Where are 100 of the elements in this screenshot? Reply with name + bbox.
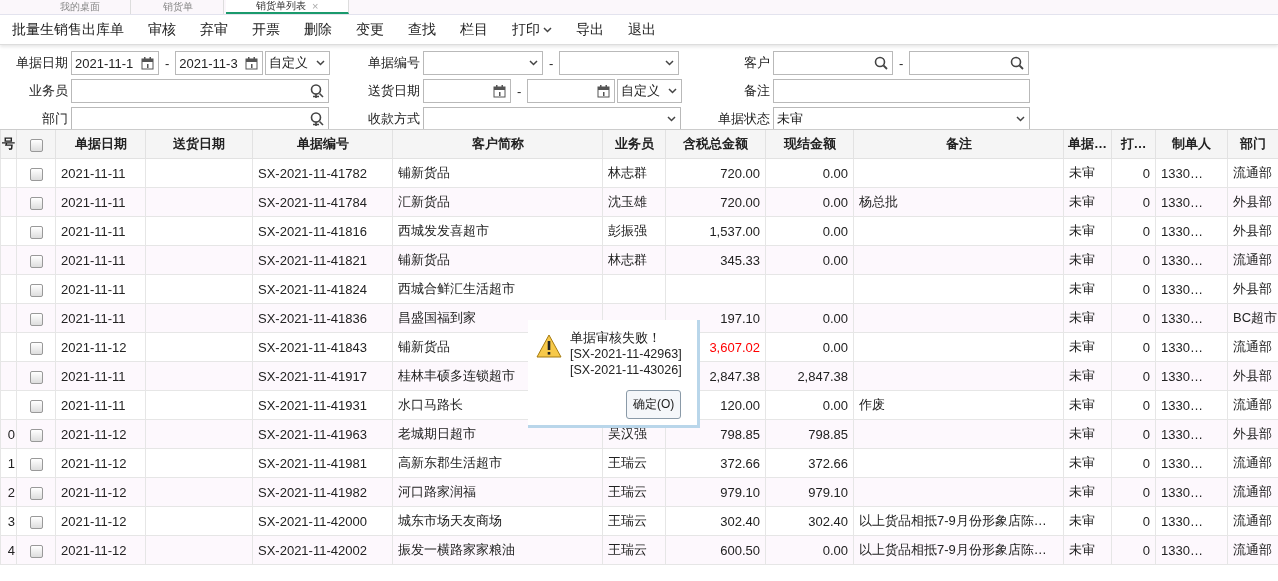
table-cell: 王瑞云 <box>602 448 666 478</box>
print-menu-button[interactable]: 打印 <box>500 20 564 39</box>
toolbar-button[interactable]: 开票 <box>240 20 292 39</box>
table-cell: 2021-11-12 <box>55 419 146 449</box>
tab[interactable]: 销货单列表 × <box>226 0 350 14</box>
row-checkbox[interactable] <box>29 225 43 239</box>
toolbar-button[interactable]: 查找 <box>396 20 448 39</box>
calendar-icon[interactable] <box>245 56 259 70</box>
table-cell: 林志群 <box>602 245 666 275</box>
table-cell: 王瑞云 <box>602 506 666 536</box>
row-checkbox[interactable] <box>29 486 43 500</box>
toolbar-button[interactable]: 批量生销售出库单 <box>0 20 136 39</box>
table-cell: 0.00 <box>765 187 854 217</box>
row-checkbox[interactable] <box>29 399 43 413</box>
table-cell: 2021-11-11 <box>55 158 146 188</box>
date-field[interactable]: 2021-11-3 <box>175 51 264 75</box>
table-cell: 0.00 <box>765 158 854 188</box>
toolbar-button[interactable]: 弃审 <box>188 20 240 39</box>
column-header: 打… <box>1111 130 1156 159</box>
table-cell: 振发一横路家家粮油 <box>392 535 603 565</box>
toolbar-button[interactable]: 退出 <box>616 20 668 39</box>
search-icon[interactable] <box>1010 56 1025 70</box>
row-checkbox[interactable] <box>29 167 43 181</box>
select-field[interactable]: 未审 <box>773 107 1030 131</box>
lookup-field[interactable] <box>773 51 893 75</box>
field-label: 客户 <box>743 54 770 72</box>
search-icon[interactable] <box>874 56 888 70</box>
table-cell: SX-2021-11-41981 <box>252 448 393 478</box>
calendar-icon[interactable] <box>141 56 154 70</box>
chevron-down-icon <box>529 60 538 66</box>
toolbar-button[interactable]: 变更 <box>344 20 396 39</box>
text-field[interactable] <box>773 79 1030 103</box>
table-cell: SX-2021-11-41824 <box>252 274 393 304</box>
toolbar-button[interactable]: 删除 <box>292 20 344 39</box>
select-all-checkbox[interactable] <box>29 138 43 152</box>
table-cell: 1330… <box>1155 477 1228 507</box>
ok-button[interactable]: 确定(O) <box>626 390 682 419</box>
chevron-down-icon <box>1016 116 1025 122</box>
select-field[interactable] <box>423 107 681 131</box>
field-label: 单据日期 <box>15 54 68 72</box>
table-cell: 2021-11-12 <box>55 535 146 565</box>
table-cell: 302.40 <box>665 506 766 536</box>
tab[interactable]: 我的桌面 <box>30 0 131 14</box>
table-cell: 302.40 <box>765 506 854 536</box>
row-checkbox[interactable] <box>29 254 43 268</box>
range-separator: - <box>548 55 555 71</box>
tab[interactable]: 销货单 <box>133 0 224 14</box>
table-cell: 2021-11-11 <box>55 303 146 333</box>
table-cell: 2021-11-11 <box>55 274 146 304</box>
lookup-field[interactable] <box>71 79 329 103</box>
row-checkbox[interactable] <box>29 196 43 210</box>
select-field[interactable] <box>423 51 543 75</box>
table-cell: 西城合鲜汇生活超市 <box>392 274 603 304</box>
toolbar-button[interactable]: 导出 <box>564 20 616 39</box>
row-checkbox[interactable] <box>29 544 43 558</box>
calendar-icon[interactable] <box>493 84 506 98</box>
row-checkbox[interactable] <box>29 428 43 442</box>
table-cell: 0.00 <box>765 535 854 565</box>
table-cell: 372.66 <box>765 448 854 478</box>
table-cell: 林志群 <box>602 158 666 188</box>
table-cell: 2021-11-11 <box>55 361 146 391</box>
table-cell: 1330… <box>1155 245 1228 275</box>
select-field[interactable] <box>559 51 680 75</box>
table-cell: SX-2021-11-42002 <box>252 535 393 565</box>
date-field[interactable]: 2021-11-1 <box>71 51 159 75</box>
chevron-down-icon <box>316 60 326 66</box>
preset-select[interactable]: 自定义 <box>265 51 331 75</box>
toolbar-button[interactable]: 栏目 <box>448 20 500 39</box>
row-checkbox[interactable] <box>29 457 43 471</box>
lookup-field[interactable] <box>909 51 1030 75</box>
table-cell: SX-2021-11-41982 <box>252 477 393 507</box>
calendar-icon[interactable] <box>597 84 611 98</box>
lookup-icon[interactable] <box>310 111 324 127</box>
table-cell: 汇新货品 <box>392 187 603 217</box>
toolbar-button[interactable]: 审核 <box>136 20 188 39</box>
column-header: 单据… <box>1063 130 1112 159</box>
row-checkbox[interactable] <box>29 283 43 297</box>
chevron-down-icon <box>668 88 678 94</box>
column-header: 备注 <box>853 130 1064 159</box>
row-checkbox[interactable] <box>29 370 43 384</box>
table-cell: 铺新货品 <box>392 245 603 275</box>
table-cell: SX-2021-11-41784 <box>252 187 393 217</box>
row-checkbox[interactable] <box>29 312 43 326</box>
date-field[interactable] <box>527 79 616 103</box>
table-cell: 1330… <box>1155 506 1228 536</box>
row-checkbox[interactable] <box>29 515 43 529</box>
range-separator: - <box>898 55 905 71</box>
table-cell: 2021-11-11 <box>55 245 146 275</box>
lookup-field[interactable] <box>71 107 329 131</box>
preset-select[interactable]: 自定义 <box>617 79 683 103</box>
table-cell: 未审 <box>1063 448 1112 478</box>
table-cell: 0 <box>1111 216 1156 246</box>
table-cell: 1330… <box>1155 332 1228 362</box>
date-field[interactable] <box>423 79 511 103</box>
table-cell: 2021-11-12 <box>55 506 146 536</box>
lookup-icon[interactable] <box>310 83 324 99</box>
row-checkbox[interactable] <box>29 341 43 355</box>
table-cell: 2021-11-12 <box>55 448 146 478</box>
table-cell: SX-2021-11-41963 <box>252 419 393 449</box>
table-cell: 0.00 <box>765 245 854 275</box>
